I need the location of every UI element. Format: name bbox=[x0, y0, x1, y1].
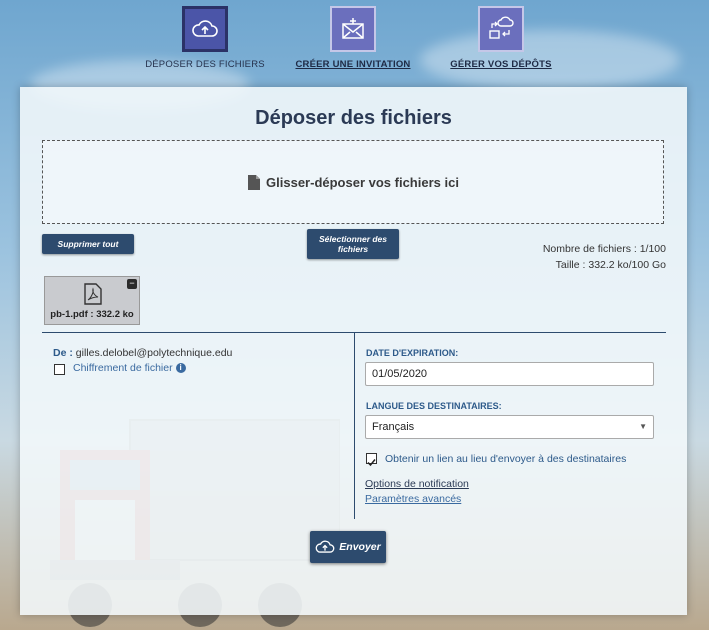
from-label: De : bbox=[53, 347, 73, 359]
chevron-down-icon: ▼ bbox=[639, 422, 647, 431]
from-row: De : gilles.delobel@polytechnique.edu bbox=[53, 347, 232, 359]
expiry-label: DATE D'EXPIRATION: bbox=[366, 348, 459, 358]
nav-invitation-label: CRÉER UNE INVITATION bbox=[295, 59, 411, 70]
column-divider bbox=[354, 333, 355, 519]
encryption-label-text: Chiffrement de fichier bbox=[73, 362, 173, 374]
nav-create-invitation[interactable]: CRÉER UNE INVITATION bbox=[283, 6, 423, 70]
top-navigation: DÉPOSER DES FICHIERS CRÉER UNE INVITATIO… bbox=[0, 0, 709, 85]
nav-manage-uploads[interactable]: GÉRER VOS DÉPÔTS bbox=[431, 6, 571, 70]
cloud-upload-icon bbox=[182, 6, 228, 52]
language-select[interactable]: Français ▼ bbox=[365, 415, 654, 439]
file-dropzone[interactable]: Glisser-déposer vos fichiers ici bbox=[42, 140, 664, 224]
from-value: gilles.delobel@polytechnique.edu bbox=[75, 347, 233, 359]
clear-all-button[interactable]: Supprimer tout bbox=[42, 234, 134, 254]
send-button[interactable]: Envoyer bbox=[310, 531, 386, 563]
nav-upload-files[interactable]: DÉPOSER DES FICHIERS bbox=[135, 6, 275, 70]
language-value: Français bbox=[372, 421, 415, 433]
remove-file-button[interactable]: − bbox=[127, 279, 137, 289]
notification-options-link[interactable]: Options de notification bbox=[365, 478, 469, 490]
page-title: Déposer des fichiers bbox=[255, 107, 452, 129]
checkmark-icon bbox=[367, 459, 376, 467]
pdf-file-icon bbox=[84, 283, 102, 305]
total-size: Taille : 332.2 ko/100 Go bbox=[555, 259, 666, 271]
info-icon[interactable]: i bbox=[175, 363, 186, 374]
select-files-button[interactable]: Sélectionner des fichiers bbox=[307, 229, 399, 259]
language-label: LANGUE DES DESTINATAIRES: bbox=[366, 401, 502, 411]
file-icon bbox=[248, 174, 261, 190]
expiry-date-input[interactable]: 01/05/2020 bbox=[365, 362, 654, 386]
nav-manage-label: GÉRER VOS DÉPÔTS bbox=[450, 59, 552, 70]
file-card: − pb-1.pdf : 332.2 ko bbox=[44, 276, 140, 325]
transfer-icon bbox=[478, 6, 524, 52]
upload-stats: Nombre de fichiers : 1/100 Taille : 332.… bbox=[543, 241, 666, 273]
obtain-link-checkbox[interactable] bbox=[366, 453, 377, 467]
encryption-label[interactable]: Chiffrement de fichier i bbox=[73, 362, 186, 374]
upload-panel: Déposer des fichiers Glisser-déposer vos… bbox=[20, 87, 687, 615]
encryption-checkbox[interactable] bbox=[54, 364, 65, 375]
file-count: Nombre de fichiers : 1/100 bbox=[542, 243, 666, 255]
dropzone-text: Glisser-déposer vos fichiers ici bbox=[266, 174, 459, 190]
envelope-plus-icon bbox=[330, 6, 376, 52]
send-label: Envoyer bbox=[339, 541, 381, 553]
obtain-link-label[interactable]: Obtenir un lien au lieu d'envoyer à des … bbox=[385, 453, 626, 465]
cloud-upload-icon bbox=[315, 540, 335, 553]
nav-upload-label: DÉPOSER DES FICHIERS bbox=[145, 59, 265, 70]
file-name: pb-1.pdf : 332.2 ko bbox=[50, 309, 134, 320]
advanced-settings-link[interactable]: Paramètres avancés bbox=[365, 493, 461, 505]
